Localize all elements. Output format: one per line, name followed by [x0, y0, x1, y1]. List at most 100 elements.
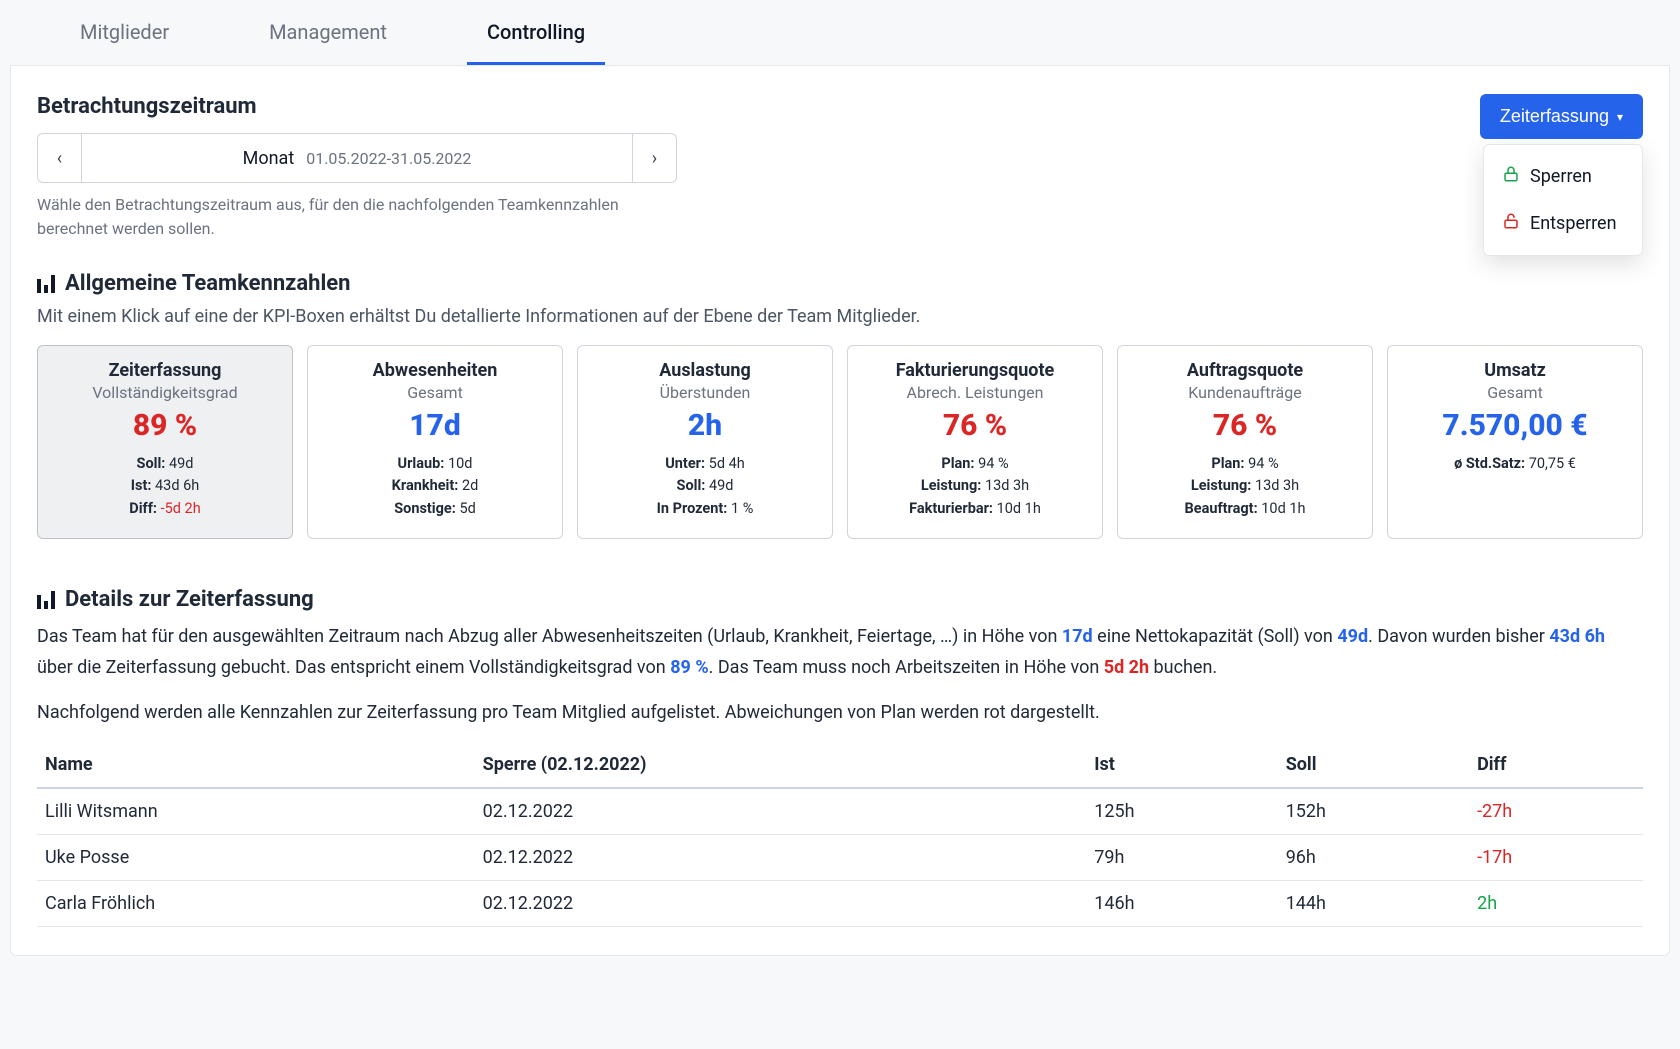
table-row: Uke Posse02.12.202279h96h-17h: [37, 835, 1643, 881]
kpi-value: 17d: [324, 408, 546, 443]
period-hint: Wähle den Betrachtungszeitraum aus, für …: [37, 193, 677, 241]
tab-bar: Mitglieder Management Controlling: [10, 0, 1670, 66]
period-range: 01.05.2022-31.05.2022: [306, 149, 471, 168]
highlight: 49d: [1337, 626, 1368, 647]
kpi-line: Beauftragt: 10d 1h: [1134, 498, 1356, 520]
highlight: 17d: [1062, 626, 1093, 647]
member-time-table: NameSperre (02.12.2022)IstSollDiff Lilli…: [37, 742, 1643, 927]
cell-ist: 79h: [1086, 835, 1277, 881]
kpi-value: 76 %: [1134, 408, 1356, 443]
column-header: Ist: [1086, 742, 1277, 788]
kpi-title: Fakturierungsquote: [864, 360, 1086, 381]
cell-ist: 146h: [1086, 881, 1277, 927]
kpi-line: Plan: 94 %: [1134, 453, 1356, 475]
lock-open-icon: [1502, 212, 1520, 235]
highlight: 43d 6h: [1549, 626, 1605, 647]
cell-soll: 152h: [1278, 788, 1469, 835]
cell-name: Carla Fröhlich: [37, 881, 475, 927]
chevron-right-icon: ›: [652, 148, 657, 169]
text-segment: eine Nettokapazität (Soll) von: [1093, 626, 1338, 647]
column-header: Sperre (02.12.2022): [475, 742, 1087, 788]
kpi-line: ø Std.Satz: 70,75 €: [1404, 453, 1626, 475]
kpi-subtitle: Kundenaufträge: [1134, 383, 1356, 402]
lock-closed-icon: [1502, 165, 1520, 188]
kpi-detail-lines: Plan: 94 %Leistung: 13d 3hBeauftragt: 10…: [1134, 453, 1356, 520]
kpi-line: Leistung: 13d 3h: [1134, 475, 1356, 497]
kpi-detail-lines: Soll: 49dIst: 43d 6hDiff: -5d 2h: [54, 453, 276, 520]
kpi-title: Zeiterfassung: [54, 360, 276, 381]
kpi-detail-lines: Unter: 5d 4hSoll: 49dIn Prozent: 1 %: [594, 453, 816, 520]
bar-chart-icon: [37, 591, 55, 609]
dropdown-item-label: Entsperren: [1530, 213, 1617, 234]
caret-down-icon: ▾: [1617, 110, 1623, 124]
kpi-line: In Prozent: 1 %: [594, 498, 816, 520]
kpi-value: 7.570,00 €: [1404, 408, 1626, 443]
cell-lock: 02.12.2022: [475, 881, 1087, 927]
kpi-detail-lines: Plan: 94 %Leistung: 13d 3hFakturierbar: …: [864, 453, 1086, 520]
kpi-title: Umsatz: [1404, 360, 1626, 381]
kpi-line: Ist: 43d 6h: [54, 475, 276, 497]
column-header: Soll: [1278, 742, 1469, 788]
details-paragraph-1: Das Team hat für den ausgewählten Zeitra…: [37, 622, 1643, 683]
cell-lock: 02.12.2022: [475, 788, 1087, 835]
cell-ist: 125h: [1086, 788, 1277, 835]
kpi-value: 2h: [594, 408, 816, 443]
tab-controlling[interactable]: Controlling: [467, 0, 605, 65]
column-header: Name: [37, 742, 475, 788]
tab-management[interactable]: Management: [249, 0, 407, 65]
period-title: Betrachtungszeitraum: [37, 94, 677, 119]
kpi-box-abwesenheiten[interactable]: Abwesenheiten Gesamt 17d Urlaub: 10dKrankhe…: [307, 345, 563, 539]
table-row: Carla Fröhlich02.12.2022146h144h2h: [37, 881, 1643, 927]
dropdown-item-unlock[interactable]: Entsperren: [1484, 200, 1642, 247]
kpi-line: Soll: 49d: [54, 453, 276, 475]
kpi-grid: Zeiterfassung Vollständigkeitsgrad 89 % Sol…: [37, 345, 1643, 539]
dropdown-item-lock[interactable]: Sperren: [1484, 153, 1642, 200]
kpi-subtitle: Überstunden: [594, 383, 816, 402]
kpi-box-auftragsquote[interactable]: Auftragsquote Kundenaufträge 76 % Plan: 94 …: [1117, 345, 1373, 539]
text-segment: . Das Team muss noch Arbeitszeiten in Hö…: [709, 657, 1104, 678]
text-segment: . Davon wurden bisher: [1368, 626, 1549, 647]
text-segment: Das Team hat für den ausgewählten Zeitra…: [37, 626, 1062, 647]
period-display[interactable]: Monat 01.05.2022-31.05.2022: [82, 134, 632, 182]
cell-diff: 2h: [1469, 881, 1643, 927]
kpi-line: Leistung: 13d 3h: [864, 475, 1086, 497]
cell-name: Lilli Witsmann: [37, 788, 475, 835]
kpi-line: Plan: 94 %: [864, 453, 1086, 475]
controlling-panel: Betrachtungszeitraum ‹ Monat 01.05.2022-…: [10, 66, 1670, 956]
kpi-title: Abwesenheiten: [324, 360, 546, 381]
dropdown-item-label: Sperren: [1530, 166, 1592, 187]
kpi-line: Diff: -5d 2h: [54, 498, 276, 520]
kpi-box-auslastung[interactable]: AuslastungÜberstunden2hUnter: 5d 4hSoll:…: [577, 345, 833, 539]
tab-mitglieder[interactable]: Mitglieder: [60, 0, 189, 65]
cell-soll: 144h: [1278, 881, 1469, 927]
details-section-title: Details zur Zeiterfassung: [65, 587, 314, 612]
kpi-subtitle: Vollständigkeitsgrad: [54, 383, 276, 402]
cell-name: Uke Posse: [37, 835, 475, 881]
period-picker: ‹ Monat 01.05.2022-31.05.2022 ›: [37, 133, 677, 183]
dropdown-label: Zeiterfassung: [1500, 106, 1609, 127]
kpi-box-fakturierungsquote[interactable]: FakturierungsquoteAbrech. Leistungen76 %…: [847, 345, 1103, 539]
kpi-section-subtitle: Mit einem Klick auf eine der KPI-Boxen e…: [37, 306, 1643, 327]
kpi-detail-lines: ø Std.Satz: 70,75 €: [1404, 453, 1626, 475]
period-prev-button[interactable]: ‹: [38, 134, 82, 182]
time-tracking-dropdown-button[interactable]: Zeiterfassung ▾: [1480, 94, 1643, 139]
period-next-button[interactable]: ›: [632, 134, 676, 182]
kpi-subtitle: Gesamt: [324, 383, 546, 402]
kpi-box-umsatz[interactable]: Umsatz Gesamt 7.570,00 € ø Std.Satz: 70,75 …: [1387, 345, 1643, 539]
kpi-subtitle: Abrech. Leistungen: [864, 383, 1086, 402]
details-paragraph-2: Nachfolgend werden alle Kennzahlen zur Z…: [37, 698, 1643, 729]
kpi-subtitle: Gesamt: [1404, 383, 1626, 402]
kpi-title: Auftragsquote: [1134, 360, 1356, 381]
kpi-line: Unter: 5d 4h: [594, 453, 816, 475]
kpi-value: 89 %: [54, 408, 276, 443]
cell-soll: 96h: [1278, 835, 1469, 881]
table-row: Lilli Witsmann02.12.2022125h152h-27h: [37, 788, 1643, 835]
cell-lock: 02.12.2022: [475, 835, 1087, 881]
highlight: 5d 2h: [1104, 657, 1149, 678]
kpi-line: Fakturierbar: 10d 1h: [864, 498, 1086, 520]
kpi-detail-lines: Urlaub: 10dKrankheit: 2dSonstige: 5d: [324, 453, 546, 520]
period-unit: Monat: [243, 148, 295, 169]
text-segment: buchen.: [1149, 657, 1217, 678]
kpi-box-zeiterfassung[interactable]: Zeiterfassung Vollständigkeitsgrad 89 % Sol…: [37, 345, 293, 539]
column-header: Diff: [1469, 742, 1643, 788]
